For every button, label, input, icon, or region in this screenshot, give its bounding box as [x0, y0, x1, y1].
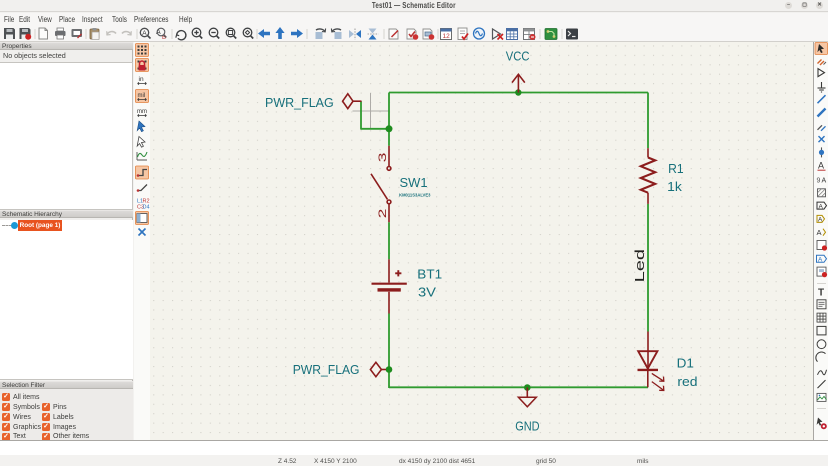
svg-text:T: T: [818, 288, 824, 299]
svg-text:red: red: [677, 374, 697, 389]
svg-text:R1: R1: [668, 161, 684, 176]
svg-text:SW1: SW1: [400, 175, 428, 190]
svg-text:A: A: [142, 30, 147, 37]
svg-text:12: 12: [443, 33, 451, 40]
svg-text:KM011S3ALVE3: KM011S3ALVE3: [399, 193, 431, 198]
svg-text:1k: 1k: [667, 179, 682, 194]
svg-text:A: A: [822, 178, 827, 185]
svg-text:A: A: [818, 161, 824, 171]
svg-text:A: A: [818, 257, 823, 264]
svg-text:D4: D4: [143, 205, 150, 211]
svg-text:3V: 3V: [418, 284, 436, 299]
svg-text:A: A: [819, 203, 824, 210]
svg-text:in: in: [139, 76, 144, 83]
svg-text:PWR_FLAG: PWR_FLAG: [265, 95, 334, 110]
svg-text:VCC: VCC: [506, 48, 530, 63]
svg-text:PWR_FLAG: PWR_FLAG: [293, 362, 360, 377]
svg-text:2: 2: [377, 209, 389, 219]
svg-text:3: 3: [377, 153, 389, 163]
svg-text:Led: Led: [633, 249, 647, 283]
svg-text:A: A: [818, 217, 823, 224]
svg-text:BT1: BT1: [417, 266, 442, 281]
svg-text:D1: D1: [677, 355, 694, 370]
svg-text:mm: mm: [137, 109, 147, 115]
svg-text:GND: GND: [515, 419, 539, 434]
svg-text:9: 9: [817, 178, 821, 185]
svg-text:A: A: [817, 228, 822, 237]
